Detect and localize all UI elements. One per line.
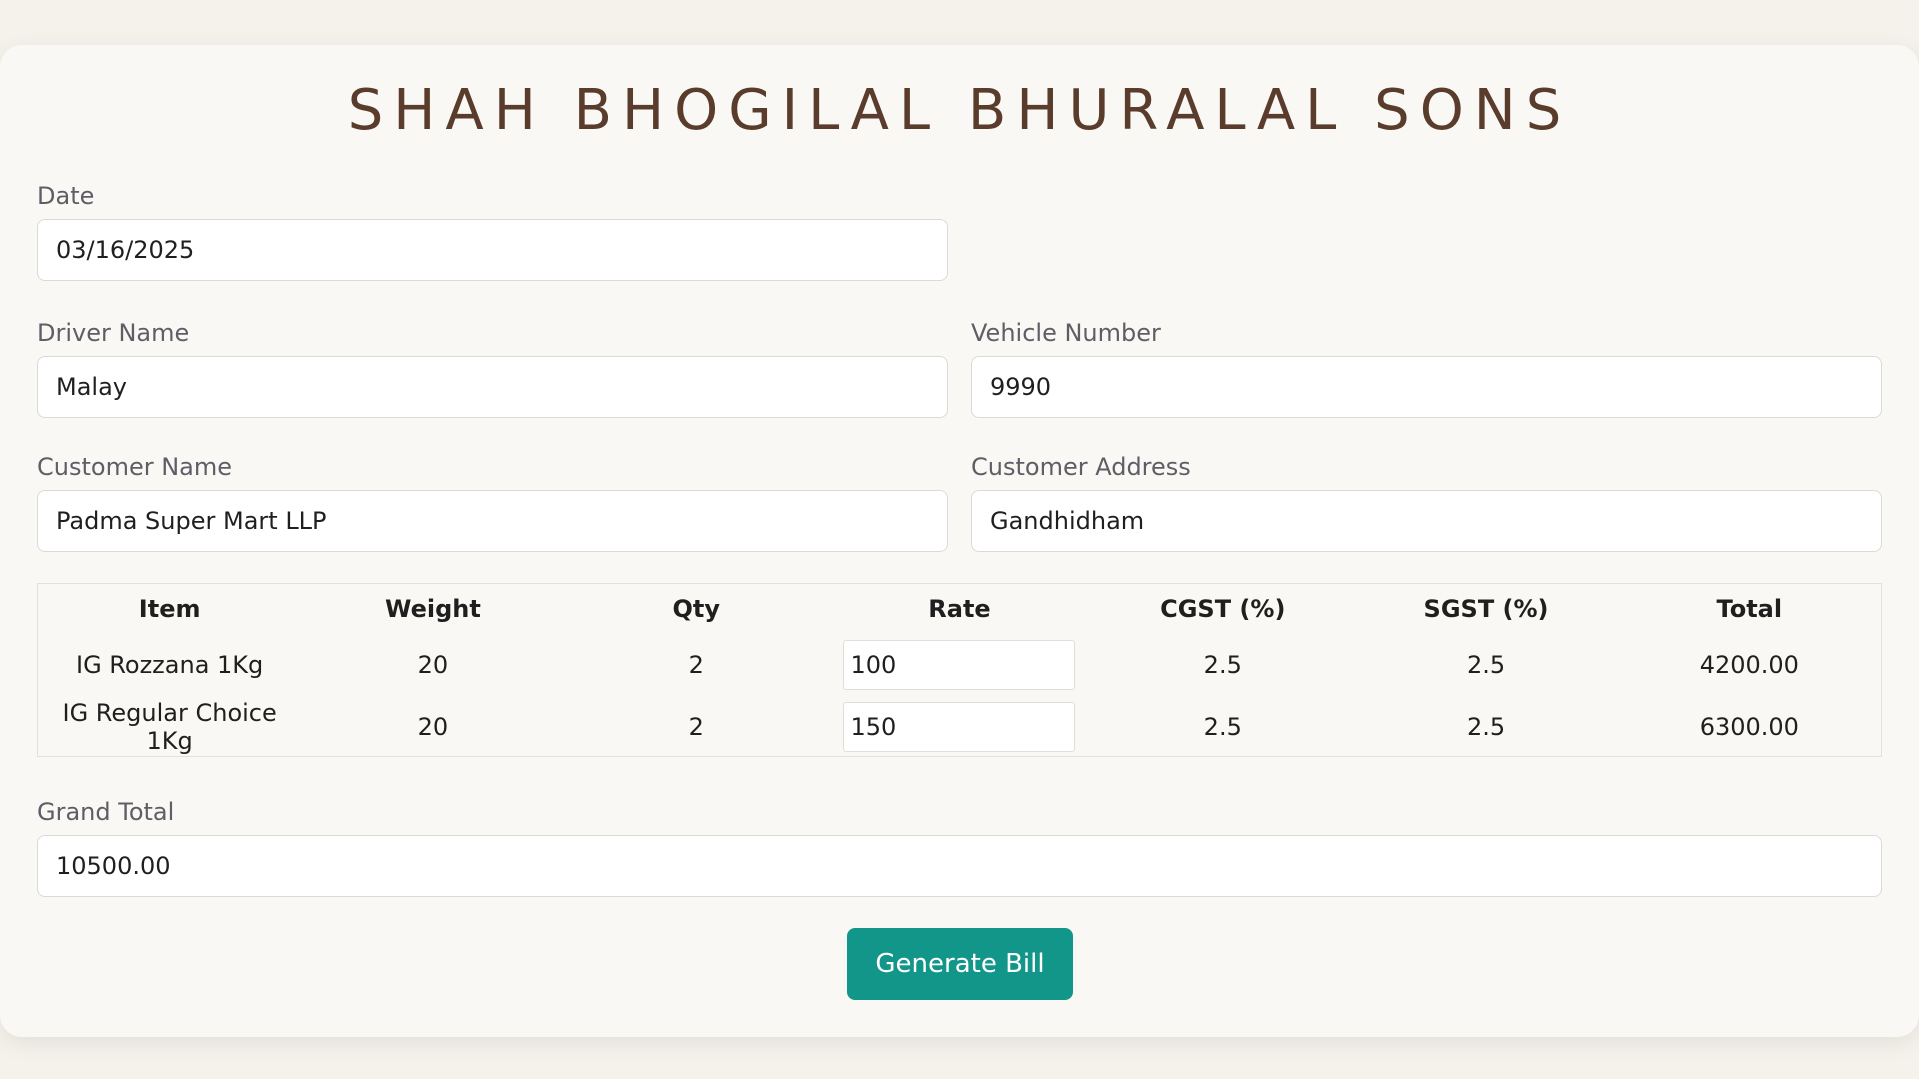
column-header-item: Item xyxy=(138,595,201,623)
customer-address-label: Customer Address xyxy=(971,453,1191,481)
column-header-sgst: SGST (%) xyxy=(1423,595,1549,623)
column-header-rate: Rate xyxy=(928,595,991,623)
vehicle-number-field-group: Vehicle Number 9990 xyxy=(971,318,1882,418)
table-row: IG Rozzana 1Kg 20 2 100 2.5 2.5 4200.00 xyxy=(38,634,1881,696)
driver-name-input[interactable]: Malay xyxy=(37,356,948,418)
grand-total-field-group: Grand Total 10500.00 xyxy=(37,797,1882,897)
grand-total-label: Grand Total xyxy=(37,798,175,826)
column-header-cgst: CGST (%) xyxy=(1160,595,1286,623)
table-row: IG Regular Choice 1Kg 20 2 150 2.5 2.5 6… xyxy=(38,696,1881,758)
sgst-cell: 2.5 xyxy=(1466,713,1506,741)
customer-name-input[interactable]: Padma Super Mart LLP xyxy=(37,490,948,552)
date-field-group: Date 03/16/2025 xyxy=(37,181,948,281)
rate-cell: 100 xyxy=(828,640,1091,690)
column-header-qty: Qty xyxy=(672,595,720,623)
weight-cell: 20 xyxy=(417,651,449,679)
driver-name-label: Driver Name xyxy=(37,319,190,347)
grand-total-input[interactable]: 10500.00 xyxy=(37,835,1882,897)
date-input[interactable]: 03/16/2025 xyxy=(37,219,948,281)
generate-bill-button[interactable]: Generate Bill xyxy=(847,928,1073,1000)
items-table: Item Weight Qty Rate CGST (%) SGST (%) T… xyxy=(37,583,1882,757)
qty-cell: 2 xyxy=(688,713,704,741)
column-header-weight: Weight xyxy=(384,595,481,623)
customer-address-field-group: Customer Address Gandhidham xyxy=(971,452,1882,552)
rate-cell: 150 xyxy=(828,702,1091,752)
cgst-cell: 2.5 xyxy=(1203,713,1242,741)
item-cell: IG Regular Choice 1Kg xyxy=(62,699,277,755)
total-cell: 4200.00 xyxy=(1699,651,1799,679)
page-title: SHAH BHOGILAL BHURALAL SONS xyxy=(347,78,1572,143)
rate-input[interactable]: 150 xyxy=(843,702,1076,752)
total-cell: 6300.00 xyxy=(1699,713,1799,741)
table-header-row: Item Weight Qty Rate CGST (%) SGST (%) T… xyxy=(38,584,1881,634)
vehicle-number-input[interactable]: 9990 xyxy=(971,356,1882,418)
driver-name-field-group: Driver Name Malay xyxy=(37,318,948,418)
customer-name-label: Customer Name xyxy=(37,453,233,481)
qty-cell: 2 xyxy=(688,651,704,679)
item-cell: IG Rozzana 1Kg xyxy=(76,651,264,679)
column-header-total: Total xyxy=(1716,595,1783,623)
rate-input[interactable]: 100 xyxy=(843,640,1076,690)
vehicle-number-label: Vehicle Number xyxy=(971,319,1161,347)
customer-address-input[interactable]: Gandhidham xyxy=(971,490,1882,552)
weight-cell: 20 xyxy=(417,713,449,741)
customer-name-field-group: Customer Name Padma Super Mart LLP xyxy=(37,452,948,552)
date-label: Date xyxy=(37,182,95,210)
sgst-cell: 2.5 xyxy=(1466,651,1506,679)
cgst-cell: 2.5 xyxy=(1203,651,1242,679)
